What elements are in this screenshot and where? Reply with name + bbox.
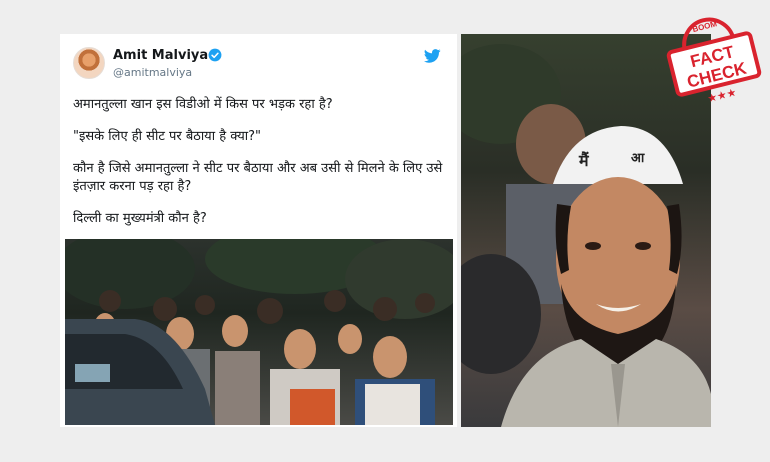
boom-fact-check-stamp: BOOM FACT CHECK ★★★	[666, 17, 762, 105]
tweet-paragraph: कौन है जिसे अमानतुल्ला ने सीट पर बैठाया …	[73, 161, 443, 194]
svg-text:मैं: मैं	[578, 151, 590, 170]
video-scene	[65, 239, 453, 425]
author-handle[interactable]: @amitmalviya	[113, 66, 192, 79]
tweet-paragraph: "इसके लिए ही सीट पर बैठाया है क्या?"	[73, 129, 262, 144]
twitter-bird-icon[interactable]	[424, 49, 441, 63]
svg-text:आ: आ	[631, 151, 645, 166]
author-name[interactable]: Amit Malviya	[113, 48, 208, 63]
tweet-paragraph: दिल्ली का मुख्यमंत्री कौन है?	[73, 211, 207, 226]
tweet-header: Amit Malviya @amitmalviya	[73, 47, 443, 87]
avatar[interactable]	[73, 47, 105, 79]
tweet-paragraph: अमानतुल्ला खान इस विडीओ में किस पर भड़क …	[73, 97, 333, 112]
tweet-video-thumbnail[interactable]	[65, 239, 453, 425]
tweet-card: Amit Malviya @amitmalviya अमानतुल्ला खान…	[60, 34, 457, 427]
verified-badge-icon	[208, 48, 222, 62]
tweet-text: अमानतुल्ला खान इस विडीओ में किस पर भड़क …	[73, 96, 448, 242]
